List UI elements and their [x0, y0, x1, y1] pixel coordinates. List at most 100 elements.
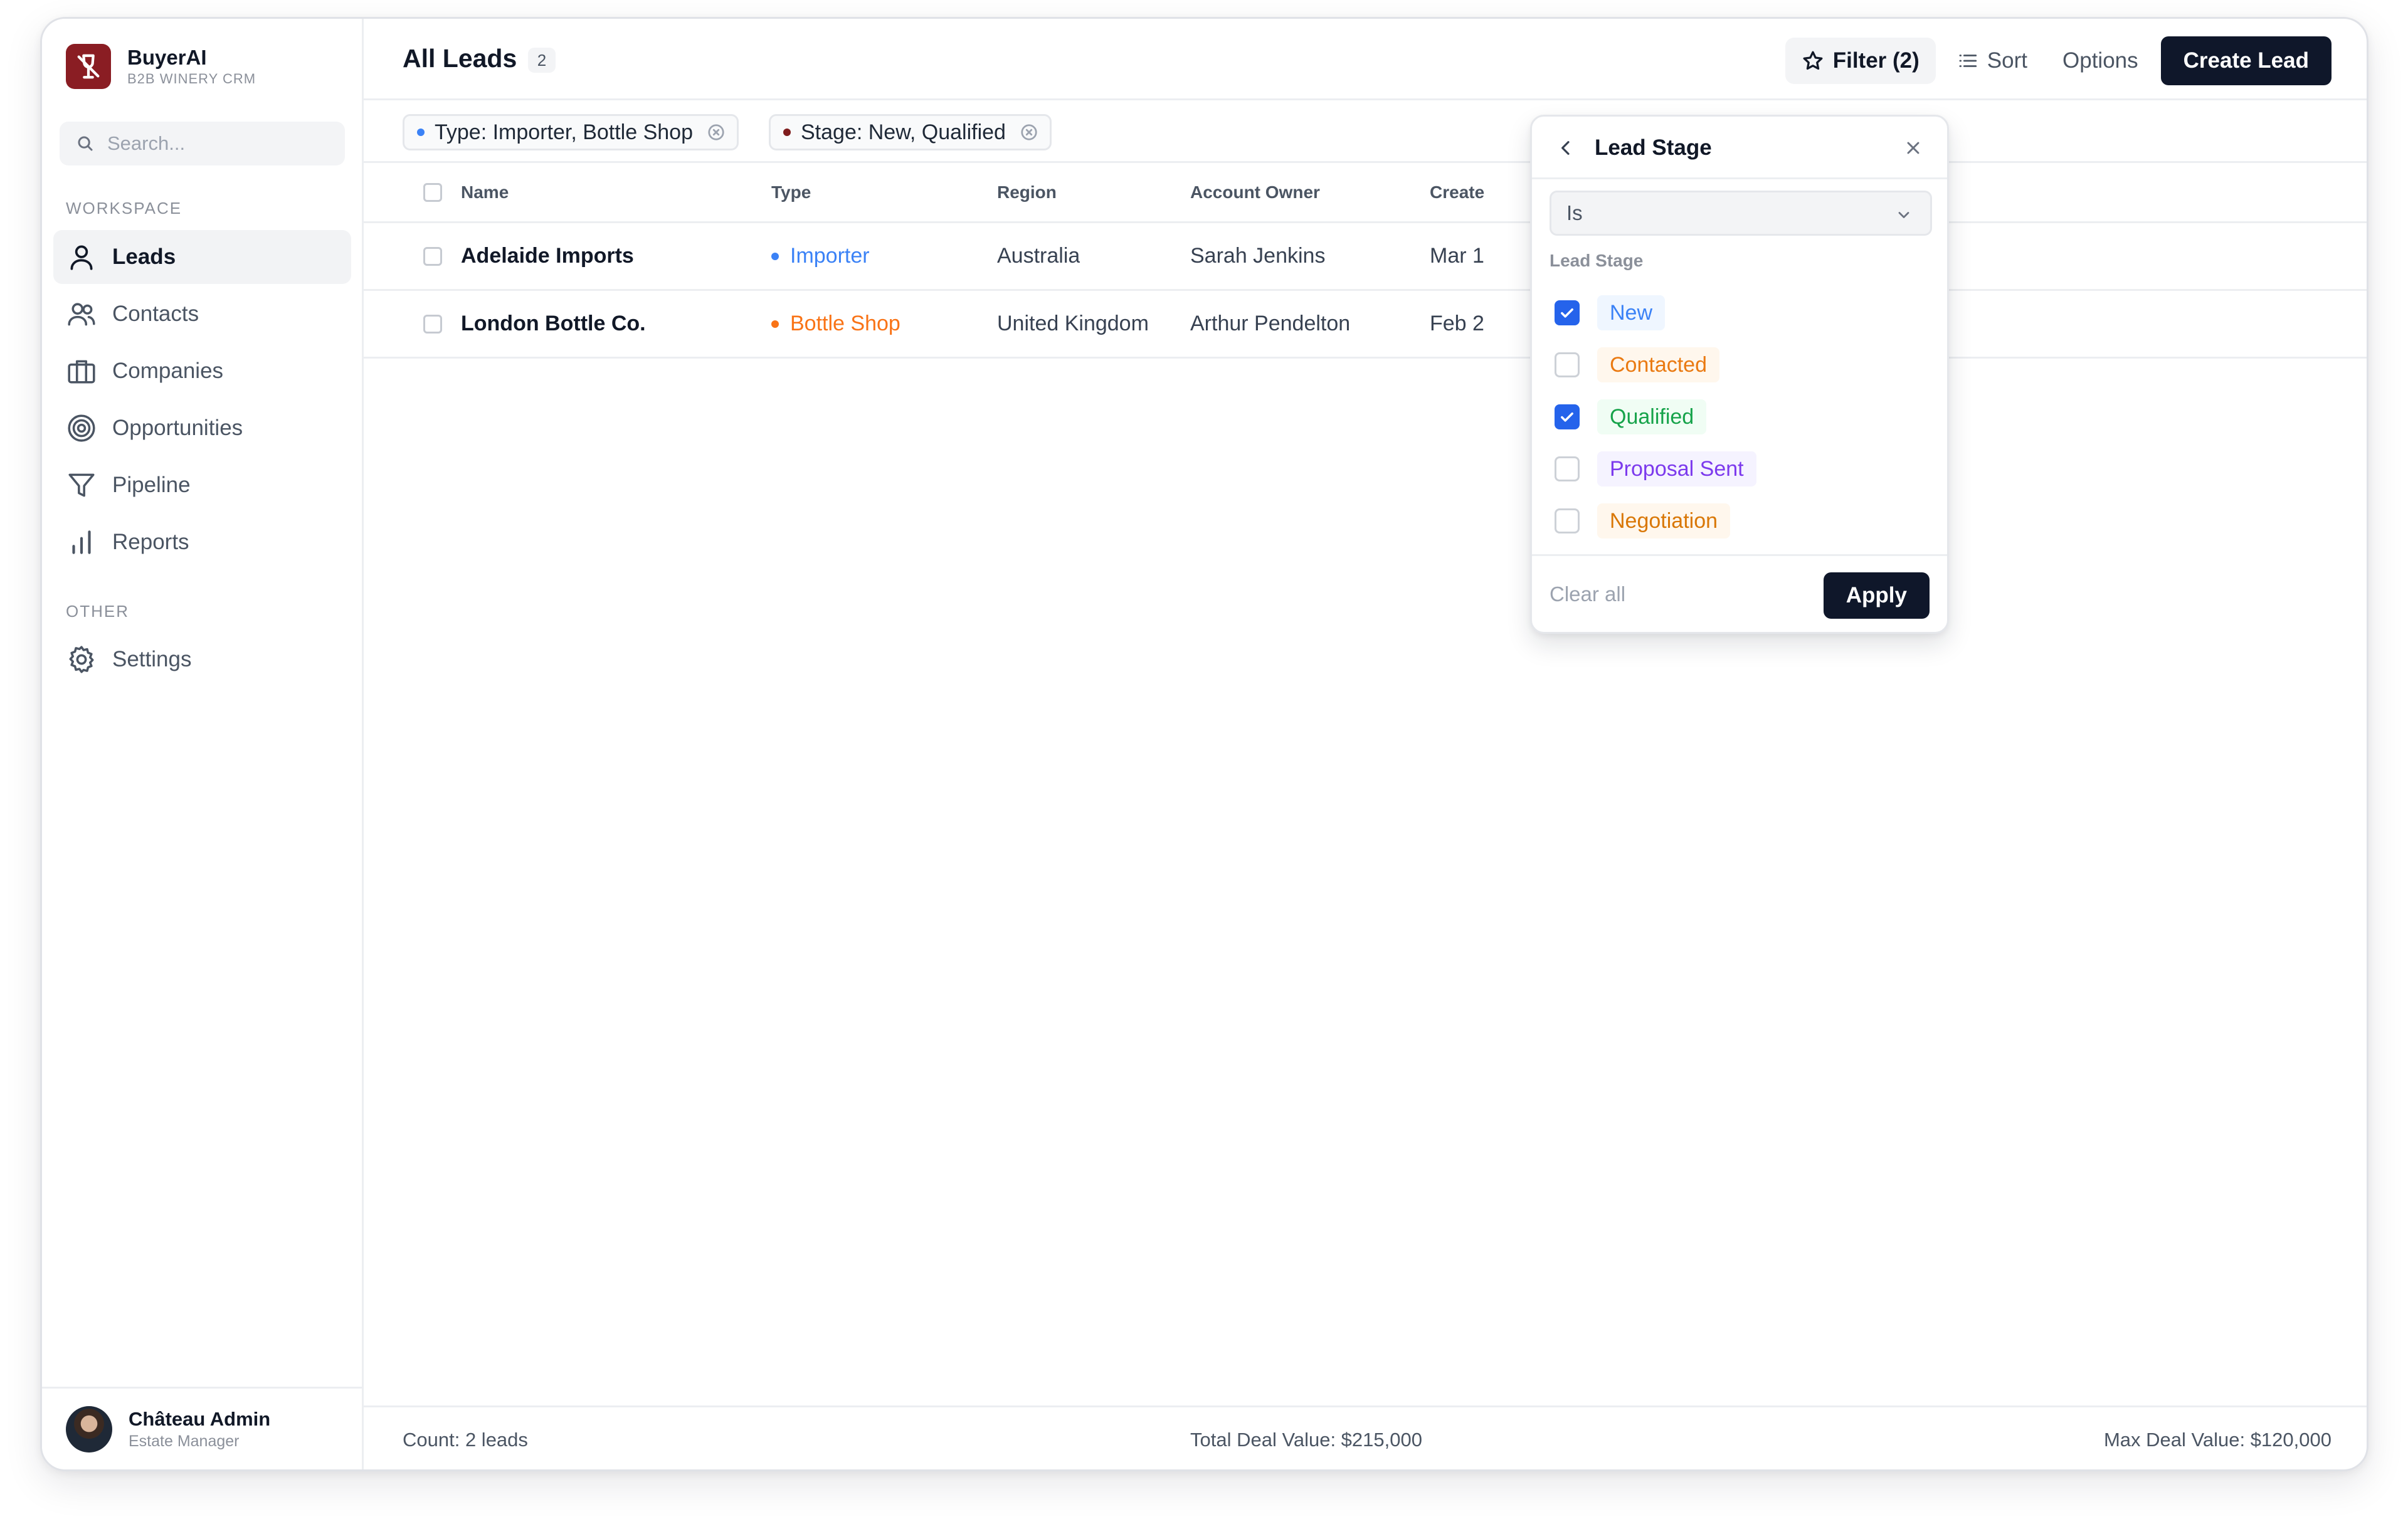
header: All Leads 2 Filter (2) Sort Options Crea…	[364, 19, 2367, 100]
table-row[interactable]: Adelaide Imports Importer Australia Sara…	[364, 223, 2367, 291]
filter-chip-type[interactable]: Type: Importer, Bottle Shop	[403, 114, 739, 150]
lead-type: Importer	[771, 244, 870, 268]
popover-footer: Clear all Apply	[1532, 554, 1947, 632]
sidebar-item-companies[interactable]: Companies	[53, 344, 351, 398]
sidebar-item-leads[interactable]: Leads	[53, 230, 351, 284]
close-icon[interactable]	[1903, 138, 1923, 158]
stage-tag: Proposal Sent	[1597, 451, 1756, 486]
create-lead-button[interactable]: Create Lead	[2160, 36, 2331, 85]
user-icon	[70, 245, 93, 270]
type-dot	[771, 320, 779, 328]
stage-checkbox[interactable]	[1555, 404, 1580, 429]
stage-checkbox[interactable]	[1555, 508, 1580, 533]
stage-tag: Contacted	[1597, 347, 1719, 382]
lead-owner: Sarah Jenkins	[1190, 244, 1326, 268]
row-checkbox[interactable]	[423, 314, 442, 334]
search-icon	[78, 136, 93, 151]
filter-chip-label: Type: Importer, Bottle Shop	[435, 120, 694, 144]
target-icon	[68, 414, 95, 442]
sidebar: BuyerAI B2B WINERY CRM WORKSPACE Leads C…	[42, 19, 364, 1469]
sidebar-item-opportunities[interactable]: Opportunities	[53, 401, 351, 455]
apply-button[interactable]: Apply	[1823, 572, 1930, 619]
brand[interactable]: BuyerAI B2B WINERY CRM	[66, 44, 256, 89]
sidebar-item-settings[interactable]: Settings	[53, 633, 351, 686]
popover-header: Lead Stage	[1532, 117, 1947, 179]
page-title: All Leads	[403, 44, 517, 73]
user-profile[interactable]: Château Admin Estate Manager	[42, 1387, 362, 1469]
users-icon	[68, 303, 95, 326]
summary-total: Total Deal Value: $215,000	[1190, 1429, 1422, 1451]
briefcase-icon	[68, 360, 95, 384]
remove-filter-icon[interactable]	[1020, 123, 1038, 142]
lead-count-badge: 2	[528, 48, 556, 73]
workspace-section-label: WORKSPACE	[66, 199, 182, 218]
sidebar-item-pipeline[interactable]: Pipeline	[53, 458, 351, 512]
avatar	[66, 1405, 112, 1453]
main-content: All Leads 2 Filter (2) Sort Options Crea…	[364, 19, 2367, 1469]
workspace-nav: Leads Contacts Companies Opportunities P…	[53, 230, 351, 572]
remove-filter-icon[interactable]	[707, 123, 726, 142]
list-icon	[1959, 55, 1977, 67]
stage-option-contacted[interactable]: Contacted	[1555, 346, 1719, 384]
app-window: BuyerAI B2B WINERY CRM WORKSPACE Leads C…	[40, 17, 2368, 1471]
filter-dot	[783, 129, 791, 136]
lead-region: Australia	[997, 244, 1080, 268]
stage-checkbox[interactable]	[1555, 456, 1580, 481]
options-button[interactable]: Options	[2047, 38, 2153, 84]
user-role: Estate Manager	[129, 1432, 240, 1450]
row-checkbox[interactable]	[423, 246, 442, 266]
stage-tag: Qualified	[1597, 399, 1707, 434]
search-box[interactable]	[60, 122, 345, 165]
sort-button[interactable]: Sort	[1942, 38, 2042, 84]
stage-option-proposal-sent[interactable]: Proposal Sent	[1555, 450, 1756, 488]
sidebar-item-contacts[interactable]: Contacts	[53, 287, 351, 341]
table-summary-footer: Count: 2 leads Total Deal Value: $215,00…	[364, 1405, 2367, 1469]
filter-chip-label: Stage: New, Qualified	[801, 120, 1006, 144]
lead-stage-filter-popover: Lead Stage Is Lead Stage New Contacted Q…	[1530, 115, 1949, 634]
column-header-type[interactable]: Type	[771, 182, 811, 202]
sidebar-item-reports[interactable]: Reports	[53, 515, 351, 569]
filter-dot	[417, 129, 425, 136]
filter-button-label: Filter (2)	[1832, 48, 1920, 73]
lead-name[interactable]: Adelaide Imports	[461, 244, 634, 268]
column-header-owner[interactable]: Account Owner	[1190, 182, 1320, 202]
sidebar-item-label: Settings	[112, 647, 192, 671]
sidebar-item-label: Reports	[112, 530, 189, 554]
stage-tag: New	[1597, 295, 1666, 330]
star-icon	[1803, 51, 1823, 70]
select-all-checkbox[interactable]	[423, 182, 442, 202]
lead-type: Bottle Shop	[771, 312, 900, 336]
search-input[interactable]	[107, 132, 333, 155]
brand-subtitle: B2B WINERY CRM	[127, 71, 256, 87]
summary-count: Count: 2 leads	[403, 1429, 528, 1451]
filter-chip-stage[interactable]: Stage: New, Qualified	[769, 114, 1052, 150]
check-icon	[1561, 412, 1573, 422]
table-row[interactable]: London Bottle Co. Bottle Shop United Kin…	[364, 291, 2367, 359]
lead-name[interactable]: London Bottle Co.	[461, 312, 646, 336]
lead-region: United Kingdom	[997, 312, 1149, 335]
sidebar-item-label: Companies	[112, 359, 224, 383]
stage-option-qualified[interactable]: Qualified	[1555, 398, 1707, 436]
funnel-icon	[68, 473, 95, 497]
filter-button[interactable]: Filter (2)	[1785, 38, 1936, 84]
stage-tag: Negotiation	[1597, 503, 1731, 538]
active-filters-bar: Type: Importer, Bottle Shop Stage: New, …	[364, 100, 2367, 163]
chevron-down-icon	[1898, 212, 1909, 218]
column-header-name[interactable]: Name	[461, 182, 509, 202]
table-header: Name Type Region Account Owner Create	[364, 163, 2367, 223]
sidebar-item-label: Opportunities	[112, 416, 243, 440]
other-section-label: OTHER	[66, 602, 129, 621]
type-dot	[771, 252, 779, 260]
check-icon	[1561, 308, 1573, 318]
operator-select[interactable]: Is	[1550, 191, 1932, 236]
chevron-left-icon[interactable]	[1556, 138, 1576, 158]
other-nav: Settings	[53, 633, 351, 690]
stage-option-new[interactable]: New	[1555, 294, 1666, 332]
stage-option-negotiation[interactable]: Negotiation	[1555, 502, 1731, 540]
stage-checkbox[interactable]	[1555, 300, 1580, 325]
sidebar-item-label: Leads	[112, 244, 176, 269]
clear-all-button[interactable]: Clear all	[1550, 582, 1625, 606]
lead-owner: Arthur Pendelton	[1190, 312, 1351, 335]
stage-checkbox[interactable]	[1555, 352, 1580, 377]
column-header-region[interactable]: Region	[997, 182, 1057, 202]
